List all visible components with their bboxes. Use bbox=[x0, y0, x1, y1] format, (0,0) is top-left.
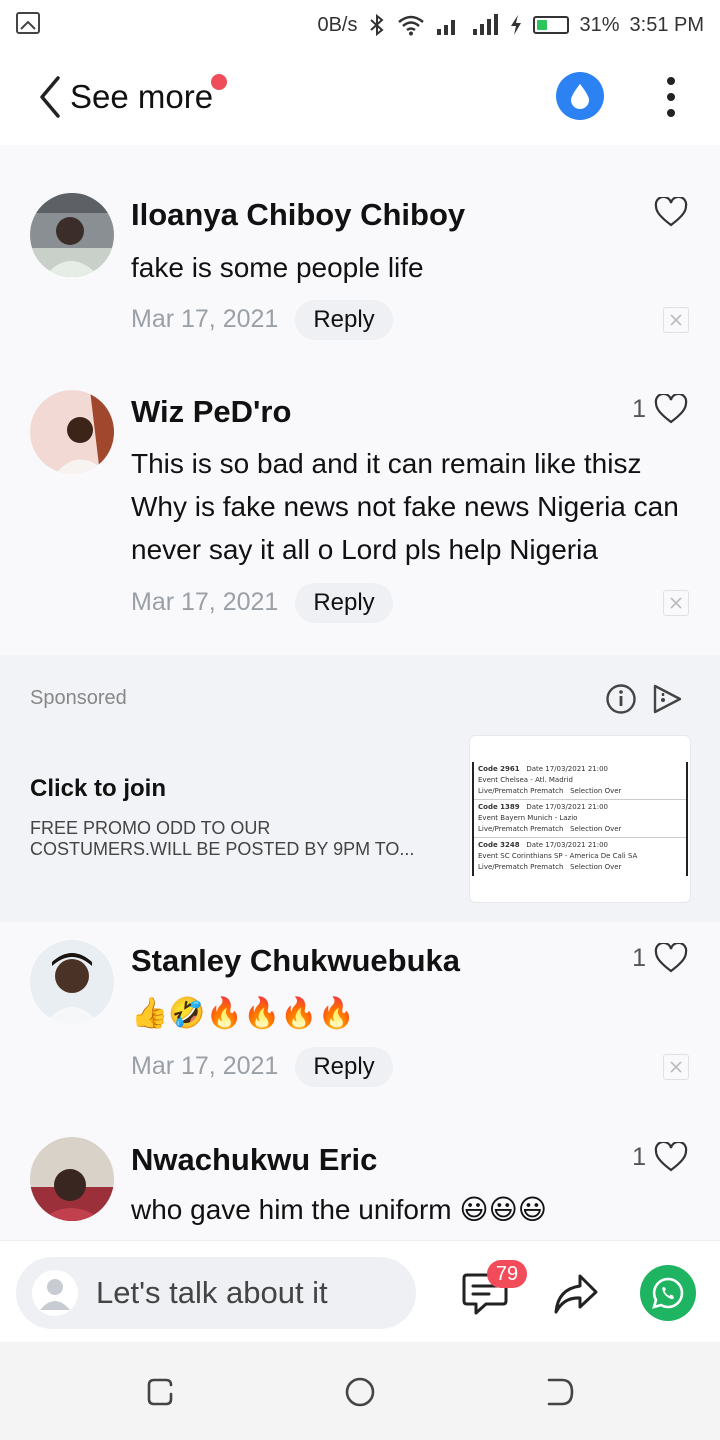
ad-choices-icon[interactable] bbox=[650, 683, 684, 715]
close-icon bbox=[670, 597, 682, 609]
ad-thumbnail[interactable]: Code 2961 Date 17/03/2021 21:00 Event Ch… bbox=[469, 735, 691, 903]
reply-button[interactable]: Reply bbox=[295, 583, 393, 623]
water-drop-icon bbox=[571, 84, 589, 109]
avatar[interactable] bbox=[30, 193, 114, 277]
heart-icon bbox=[654, 943, 688, 973]
ad-title[interactable]: Click to join bbox=[30, 775, 166, 803]
dismiss-button[interactable] bbox=[663, 307, 689, 333]
heart-icon bbox=[654, 1142, 688, 1172]
comment-input[interactable]: Let's talk about it bbox=[16, 1257, 416, 1329]
whatsapp-icon bbox=[652, 1277, 684, 1309]
avatar[interactable] bbox=[30, 1137, 114, 1221]
water-drop-button[interactable] bbox=[556, 72, 604, 120]
avatar-image bbox=[30, 940, 114, 1024]
avatar-image bbox=[30, 193, 114, 277]
ad-description: FREE PROMO ODD TO OUR COSTUMERS.WILL BE … bbox=[30, 818, 415, 859]
wifi-icon bbox=[398, 15, 425, 36]
battery-icon bbox=[533, 16, 570, 34]
comment-text: fake is some people life bbox=[131, 252, 424, 283]
comment-date: Mar 17, 2021 bbox=[131, 588, 279, 616]
like-count: 1 bbox=[632, 943, 646, 972]
clock: 3:51 PM bbox=[629, 13, 704, 36]
comment-input-bar: Let's talk about it 79 bbox=[0, 1240, 720, 1342]
sponsored-label: Sponsored bbox=[30, 687, 127, 709]
net-speed: 0B/s bbox=[317, 13, 358, 36]
like-button[interactable] bbox=[654, 197, 688, 227]
avatar-image bbox=[30, 1137, 114, 1221]
like-count: 1 bbox=[632, 1142, 646, 1171]
comment-count-badge: 79 bbox=[487, 1260, 527, 1288]
kebab-menu-icon[interactable] bbox=[656, 74, 686, 120]
reply-button[interactable]: Reply bbox=[295, 300, 393, 340]
battery-percent: 31% bbox=[579, 13, 620, 36]
comment-item: Nwachukwu Eric who gave him the uniform … bbox=[0, 1118, 720, 1240]
info-icon[interactable] bbox=[605, 683, 637, 715]
avatar-image bbox=[30, 390, 114, 474]
status-indicators: 0B/s 31% 3:51 PM bbox=[317, 10, 704, 40]
comment-item: Wiz PeD'ro This is so bad and it can rem… bbox=[0, 355, 720, 655]
home-icon[interactable] bbox=[344, 1376, 376, 1408]
close-icon bbox=[670, 314, 682, 326]
like-button[interactable]: 1 bbox=[632, 1142, 688, 1172]
system-navigation-bar bbox=[0, 1342, 720, 1440]
comment-author[interactable]: Nwachukwu Eric bbox=[131, 1142, 377, 1178]
reply-button[interactable]: Reply bbox=[295, 1047, 393, 1087]
charging-icon bbox=[511, 15, 522, 35]
ticket-row: Code 3248 Date 17/03/2021 21:00 Event SC… bbox=[478, 841, 638, 871]
sponsored-ad[interactable]: Sponsored Click to join FREE PROMO ODD T… bbox=[0, 655, 720, 922]
heart-icon bbox=[654, 197, 688, 227]
close-icon bbox=[670, 1061, 682, 1073]
chevron-left-icon[interactable] bbox=[30, 72, 70, 122]
screenshot-icon bbox=[16, 12, 40, 34]
comment-author[interactable]: Stanley Chukwuebuka bbox=[131, 943, 460, 979]
back-icon[interactable] bbox=[544, 1376, 576, 1408]
input-placeholder: Let's talk about it bbox=[96, 1275, 328, 1310]
share-icon[interactable] bbox=[552, 1271, 600, 1317]
status-bar: 0B/s 31% 3:51 PM bbox=[0, 0, 720, 50]
comment-text: who gave him the uniform 😃😃😃 bbox=[131, 1194, 547, 1225]
ticket-row: Code 2961 Date 17/03/2021 21:00 Event Ch… bbox=[474, 762, 686, 800]
battery-fill bbox=[537, 20, 548, 30]
like-button[interactable]: 1 bbox=[632, 394, 688, 424]
comment-author[interactable]: Iloanya Chiboy Chiboy bbox=[131, 197, 465, 233]
avatar[interactable] bbox=[30, 390, 114, 474]
whatsapp-share-button[interactable] bbox=[640, 1265, 696, 1321]
comment-list: Iloanya Chiboy Chiboy fake is some peopl… bbox=[0, 145, 720, 1240]
comment-date: Mar 17, 2021 bbox=[131, 1052, 279, 1080]
betting-ticket-image: Code 2961 Date 17/03/2021 21:00 Event Ch… bbox=[472, 762, 688, 876]
ticket-row: Code 1389 Date 17/03/2021 21:00 Event Ba… bbox=[474, 800, 686, 838]
dismiss-button[interactable] bbox=[663, 590, 689, 616]
heart-icon bbox=[654, 394, 688, 424]
comment-text: 👍🤣🔥🔥🔥🔥 bbox=[131, 997, 356, 1030]
comment-item: Iloanya Chiboy Chiboy fake is some peopl… bbox=[0, 145, 720, 355]
page-title[interactable]: See more bbox=[70, 78, 213, 116]
header: See more bbox=[0, 50, 720, 145]
comment-author[interactable]: Wiz PeD'ro bbox=[131, 394, 291, 430]
comment-text: This is so bad and it can remain like th… bbox=[131, 448, 679, 565]
comment-date: Mar 17, 2021 bbox=[131, 305, 279, 333]
signal-icon-sim1 bbox=[437, 20, 456, 35]
like-count: 1 bbox=[632, 394, 646, 423]
recent-apps-icon[interactable] bbox=[144, 1376, 176, 1408]
avatar[interactable] bbox=[30, 940, 114, 1024]
comment-item: Stanley Chukwuebuka 👍🤣🔥🔥🔥🔥 Mar 17, 2021 … bbox=[0, 922, 720, 1118]
bluetooth-icon bbox=[370, 13, 385, 37]
dismiss-button[interactable] bbox=[663, 1054, 689, 1080]
user-avatar-icon bbox=[32, 1270, 78, 1316]
like-button[interactable]: 1 bbox=[632, 943, 688, 973]
signal-icon-sim2 bbox=[473, 14, 499, 35]
notification-dot bbox=[211, 74, 227, 90]
